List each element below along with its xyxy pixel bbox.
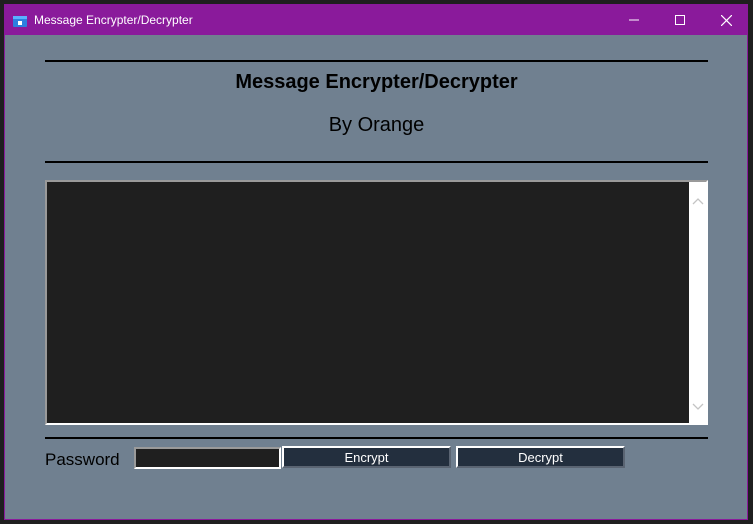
vertical-scrollbar[interactable] <box>689 182 706 423</box>
chevron-down-icon <box>692 398 704 416</box>
app-window: Message Encrypter/Decrypter Message Encr… <box>4 4 748 520</box>
top-divider <box>45 60 708 62</box>
page-title: Message Encrypter/Decrypter <box>235 71 518 93</box>
password-input[interactable] <box>134 447 281 469</box>
chevron-up-icon <box>692 192 704 210</box>
close-icon <box>720 14 732 26</box>
scroll-down-button[interactable] <box>689 398 706 415</box>
bottom-divider <box>45 437 708 439</box>
decrypt-button[interactable]: Decrypt <box>456 446 625 468</box>
maximize-button[interactable] <box>657 5 703 35</box>
title-bar[interactable]: Message Encrypter/Decrypter <box>5 5 747 35</box>
password-label: Password <box>45 450 120 469</box>
close-button[interactable] <box>703 5 749 35</box>
scroll-up-button[interactable] <box>689 192 706 209</box>
minimize-icon <box>629 15 639 25</box>
window-title: Message Encrypter/Decrypter <box>34 13 193 27</box>
minimize-button[interactable] <box>611 5 657 35</box>
maximize-icon <box>675 15 685 25</box>
message-textarea[interactable] <box>45 180 708 425</box>
encrypt-button[interactable]: Encrypt <box>282 446 451 468</box>
middle-divider <box>45 161 708 163</box>
app-icon <box>13 14 27 27</box>
author-subtitle: By Orange <box>328 114 425 136</box>
